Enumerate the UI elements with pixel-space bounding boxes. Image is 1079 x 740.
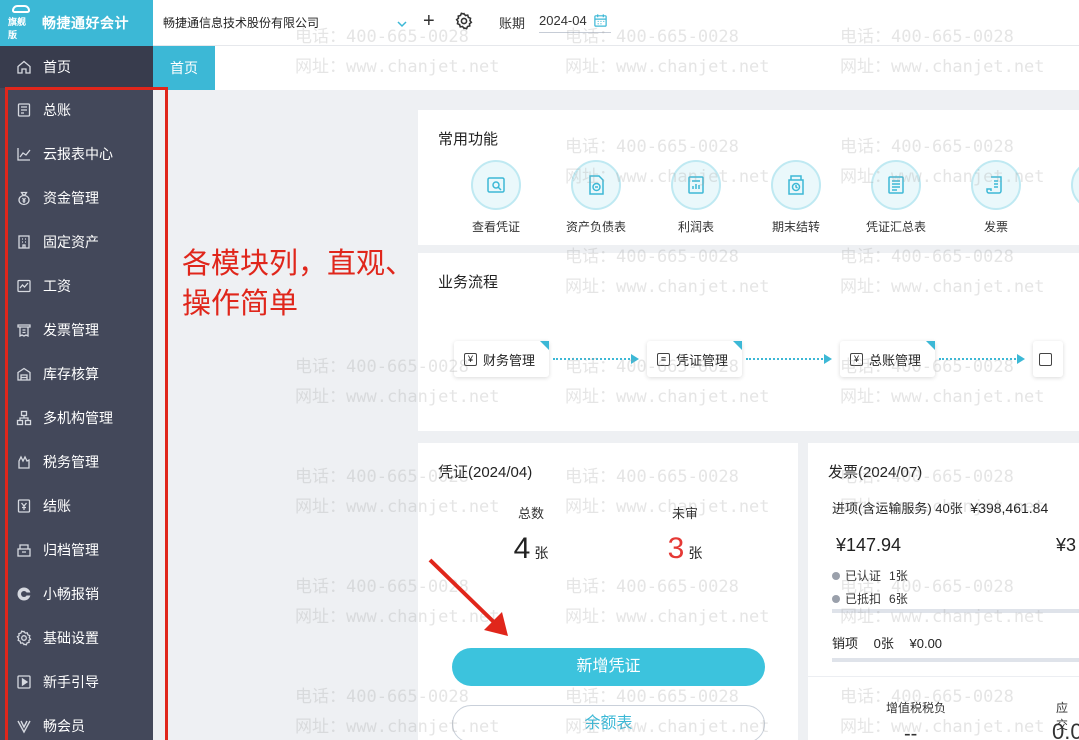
invoice-deducted: 已抵扣 6张 <box>832 590 908 607</box>
sidebar-item-label: 首页 <box>43 59 71 75</box>
status-dot-icon <box>832 571 840 580</box>
common-functions-list: 查看凭证 资产负债表 利润表 期末结转 凭证汇总表 发票 发 <box>446 160 1079 235</box>
flow-arrow-icon <box>553 353 643 365</box>
voucher-summary-icon <box>871 160 921 210</box>
func-more[interactable]: 发 <box>1046 160 1079 235</box>
status-dot-icon <box>832 594 840 603</box>
view-voucher-icon <box>471 160 521 210</box>
business-flow-card: 业务流程 ¥ 财务管理 ≡ 凭证管理 ¥ 总账管理 <box>418 253 1079 431</box>
flow-node-next[interactable] <box>1033 341 1064 377</box>
invoice-amount-main: ¥147.94 <box>836 535 902 555</box>
tax-due-value: 0.0 <box>1052 719 1079 740</box>
unit-label: 张 <box>688 545 703 561</box>
flow-node-voucher[interactable]: ≡ 凭证管理 <box>647 341 743 377</box>
func-label: 发票 <box>983 220 1008 234</box>
new-voucher-button[interactable]: 新增凭证 <box>452 648 765 686</box>
invoice-amount-second: ¥3 <box>1056 535 1077 555</box>
document-icon: ≡ <box>657 352 671 366</box>
invoice-sales-count: 0张 <box>873 636 894 651</box>
flow-node-finance[interactable]: ¥ 财务管理 <box>454 341 550 377</box>
flow-node-label: 财务管理 <box>483 352 536 368</box>
func-period-end[interactable]: 期末结转 <box>746 160 846 235</box>
vat-burden-label: 增值税税负 <box>886 701 947 715</box>
invoice-input-count: 40张 <box>935 501 963 516</box>
voucher-unreviewed-value: 3 <box>667 532 685 565</box>
common-functions-title: 常用功能 <box>438 131 499 148</box>
flow-node-label: 凭证管理 <box>676 352 729 368</box>
func-voucher-summary[interactable]: 凭证汇总表 <box>846 160 946 235</box>
annotation-line: 操作简单 <box>182 288 299 320</box>
company-select[interactable]: 畅捷通信息技术股份有限公司 <box>163 12 407 34</box>
invoice-certified: 已认证 1张 <box>832 567 908 584</box>
brand-name: 畅捷通好会计 <box>42 15 129 31</box>
annotation-text: 各模块列，直观、 操作简单 <box>182 244 422 324</box>
voucher-title: 凭证(2024/04) <box>438 464 533 481</box>
calendar-icon[interactable] <box>593 13 608 28</box>
func-view-voucher[interactable]: 查看凭证 <box>446 160 546 235</box>
voucher-unreviewed[interactable]: 未审 3张 <box>635 503 735 566</box>
vat-burden-value: -- <box>904 723 918 740</box>
yen-icon: ¥ <box>464 352 477 366</box>
chevron-down-icon <box>396 15 408 27</box>
func-profit[interactable]: 利润表 <box>646 160 746 235</box>
gear-icon[interactable] <box>455 12 473 30</box>
divider <box>808 676 1079 677</box>
balance-sheet-button[interactable]: 余额表 <box>452 705 765 740</box>
profit-icon <box>671 160 721 210</box>
func-label: 期末结转 <box>771 220 820 234</box>
add-company-button[interactable]: + <box>423 11 435 31</box>
tab-bar: 首页 <box>153 46 1079 90</box>
func-balance-sheet[interactable]: 资产负债表 <box>546 160 646 235</box>
invoice-card: 发票(2024/07) 进项(含运输服务) 40张 ¥398,461.84 ¥1… <box>808 443 1079 740</box>
flow-arrow-icon <box>939 353 1029 365</box>
home-icon <box>16 59 32 75</box>
func-label: 资产负债表 <box>565 220 626 234</box>
func-label: 查看凭证 <box>471 220 520 234</box>
invoice-doc-icon <box>971 160 1021 210</box>
voucher-unreviewed-label: 未审 <box>671 506 698 521</box>
more-icon <box>1071 160 1079 210</box>
invoice-progress-bar <box>832 609 1079 613</box>
func-label: 利润表 <box>677 220 714 234</box>
invoice-certified-label: 已认证 <box>845 569 882 583</box>
annotation-highlight-box <box>5 87 168 740</box>
unit-label: 张 <box>534 545 549 561</box>
invoice-sales-row[interactable]: 销项 0张 ¥0.00 <box>832 633 942 652</box>
brand[interactable]: 旗舰版 畅捷通好会计 <box>0 0 153 46</box>
sidebar-item-home[interactable]: 首页 <box>0 46 153 88</box>
business-flow: ¥ 财务管理 ≡ 凭证管理 ¥ 总账管理 <box>454 341 1064 377</box>
invoice-sales-amount: ¥0.00 <box>909 636 943 651</box>
company-name: 畅捷通信息技术股份有限公司 <box>163 15 320 30</box>
invoice-sales-bar <box>832 658 1079 662</box>
common-functions-card: 常用功能 查看凭证 资产负债表 利润表 期末结转 凭证汇总表 发票 发 <box>418 110 1079 245</box>
yen-icon: ¥ <box>850 352 864 366</box>
business-flow-title: 业务流程 <box>438 274 499 291</box>
flow-node-label: 总账管理 <box>869 352 922 368</box>
invoice-deducted-label: 已抵扣 <box>845 592 882 606</box>
flow-arrow-icon <box>746 353 836 365</box>
period-end-icon <box>771 160 821 210</box>
balance-sheet-icon <box>571 160 621 210</box>
invoice-certified-count: 1张 <box>889 569 908 583</box>
voucher-total-label: 总数 <box>517 506 544 521</box>
tab-home[interactable]: 首页 <box>153 46 215 90</box>
top-bar: 畅捷通信息技术股份有限公司 + 账期 2024-04 <box>153 0 1079 46</box>
invoice-title: 发票(2024/07) <box>828 464 923 481</box>
brand-edition: 旗舰版 <box>8 17 27 40</box>
annotation-arrow-icon <box>428 558 508 636</box>
annotation-line: 各模块列，直观、 <box>182 248 415 280</box>
invoice-input-amount: ¥398,461.84 <box>970 500 1049 516</box>
period-label: 账期 <box>499 16 526 31</box>
invoice-sales-label: 销项 <box>832 636 859 651</box>
func-invoice[interactable]: 发票 <box>946 160 1046 235</box>
flow-node-ledger[interactable]: ¥ 总账管理 <box>840 341 936 377</box>
brand-logo-icon: 旗舰版 <box>8 5 34 41</box>
document-icon <box>1039 352 1053 366</box>
invoice-deducted-count: 6张 <box>889 592 908 606</box>
invoice-input-row[interactable]: 进项(含运输服务) 40张 ¥398,461.84 <box>832 498 1048 517</box>
func-label: 凭证汇总表 <box>865 220 926 234</box>
invoice-input-label: 进项(含运输服务) <box>832 501 932 516</box>
